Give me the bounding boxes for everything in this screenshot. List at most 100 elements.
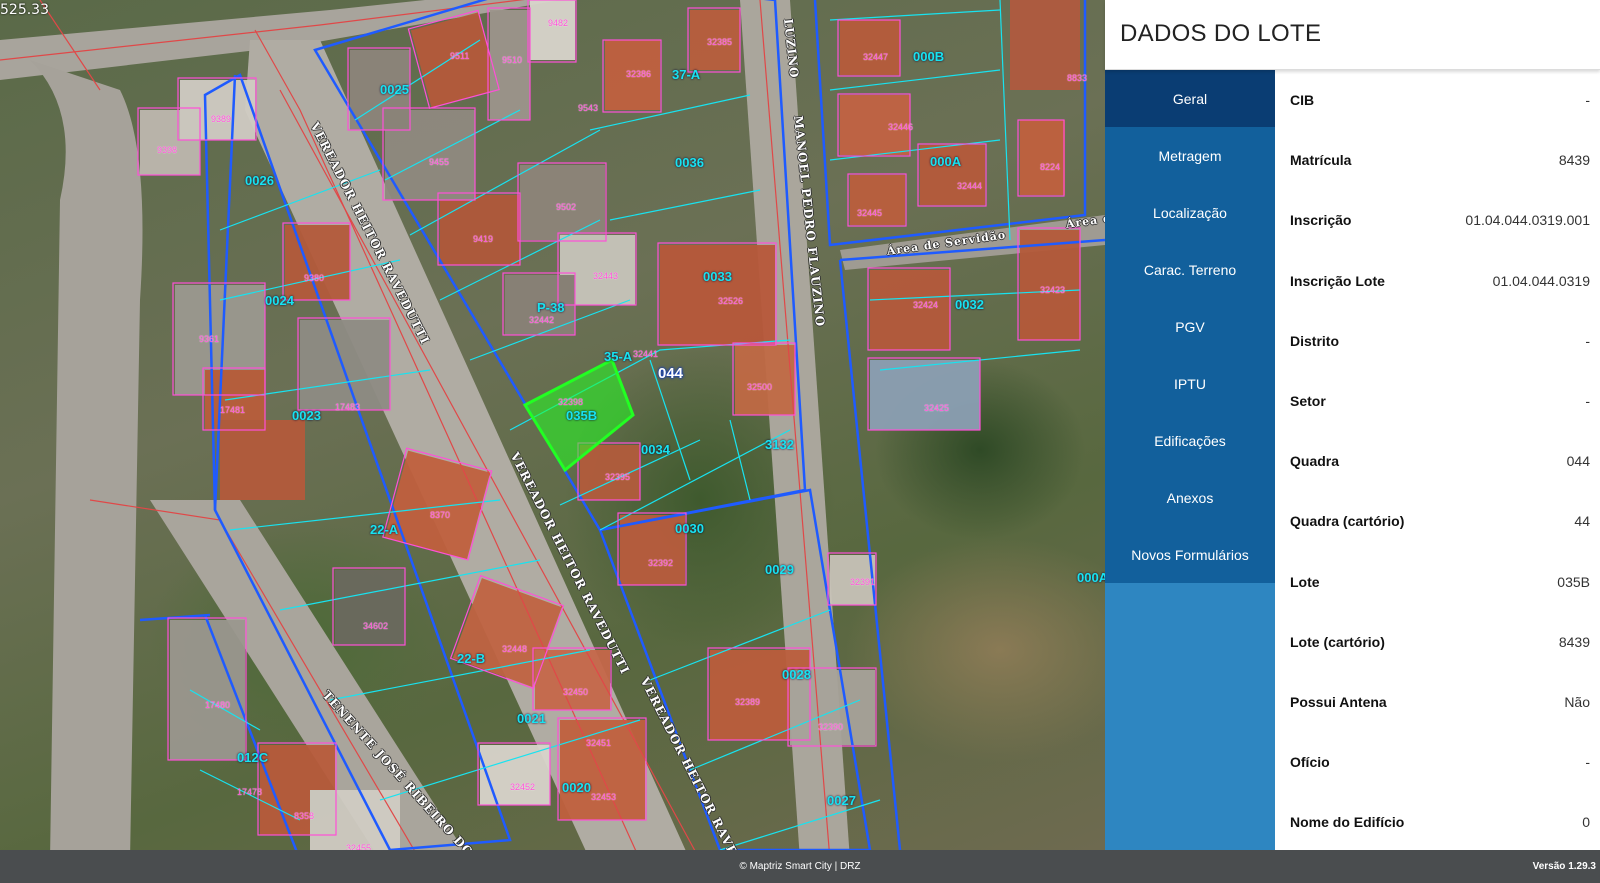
building-label: 32392 bbox=[648, 558, 674, 568]
field-label: Distrito bbox=[1290, 332, 1339, 349]
field-label: Setor bbox=[1290, 393, 1326, 410]
building-label: 9389 bbox=[211, 114, 232, 124]
field-value: 44 bbox=[1574, 513, 1590, 530]
lot-label: 000A bbox=[930, 154, 962, 169]
building-label: 32450 bbox=[563, 687, 589, 697]
field-row-distrito: Distrito - bbox=[1290, 311, 1590, 371]
building-label: 9380 bbox=[304, 273, 325, 283]
field-value: 044 bbox=[1566, 453, 1590, 470]
tab-iptu[interactable]: IPTU bbox=[1105, 355, 1275, 412]
lot-label: 0029 bbox=[765, 562, 794, 577]
lot-label: 012C bbox=[237, 750, 269, 765]
building-label: 32447 bbox=[863, 52, 889, 62]
building-label: 17483 bbox=[335, 402, 361, 412]
building-label: 32398 bbox=[558, 397, 584, 407]
panel-title: DADOS DO LOTE bbox=[1120, 20, 1322, 47]
field-row-quadra: Quadra 044 bbox=[1290, 431, 1590, 491]
lot-label: 0025 bbox=[380, 82, 409, 97]
map-view[interactable]: 525.33 VEREADOR HEITOR RAVEDUTTI VEREADO… bbox=[0, 0, 1105, 850]
building-label: 32390 bbox=[818, 722, 844, 732]
tab-pgv[interactable]: PGV bbox=[1105, 298, 1275, 355]
field-label: Quadra bbox=[1290, 453, 1340, 470]
building-label: 32395 bbox=[605, 472, 631, 482]
field-value: - bbox=[1585, 754, 1590, 771]
footer-bar: © Maptriz Smart City | DRZ Versão 1.29.3 bbox=[0, 850, 1600, 883]
lot-label: P-38 bbox=[537, 300, 565, 315]
lot-label: 0027 bbox=[827, 793, 856, 808]
field-row-quadra-cartorio: Quadra (cartório) 44 bbox=[1290, 491, 1590, 551]
building-label: 17481 bbox=[220, 405, 246, 415]
field-label: Inscrição Lote bbox=[1290, 272, 1385, 289]
building-label: 32391 bbox=[850, 577, 876, 587]
field-label: CIB bbox=[1290, 92, 1315, 109]
field-value: 035B bbox=[1557, 573, 1590, 590]
tab-anexos[interactable]: Anexos bbox=[1105, 469, 1275, 526]
building-label: 9482 bbox=[548, 18, 569, 28]
lot-label: 37-A bbox=[672, 67, 701, 82]
quadra-label: 044 bbox=[658, 365, 684, 382]
building-label: 9419 bbox=[473, 234, 494, 244]
building-label: 32452 bbox=[510, 782, 536, 792]
building-label: 32526 bbox=[718, 296, 744, 306]
tab-geral[interactable]: Geral bbox=[1105, 70, 1275, 127]
building-label: 9361 bbox=[199, 334, 220, 344]
lot-label: 0034 bbox=[641, 442, 670, 457]
tab-carac-terreno[interactable]: Carac. Terreno bbox=[1105, 241, 1275, 298]
tab-metragem[interactable]: Metragem bbox=[1105, 127, 1275, 184]
field-row-matricula: Matrícula 8439 bbox=[1290, 130, 1590, 190]
field-value: 01.04.044.0319.001 bbox=[1465, 212, 1590, 229]
building-label: 9455 bbox=[429, 157, 450, 167]
building-label: 32443 bbox=[593, 271, 619, 281]
lot-label: 3132 bbox=[765, 437, 794, 452]
tab-localizacao[interactable]: Localização bbox=[1105, 184, 1275, 241]
field-value: - bbox=[1585, 332, 1590, 349]
lot-label: 0030 bbox=[675, 521, 704, 536]
field-label: Lote bbox=[1290, 573, 1320, 590]
lot-label: 035B bbox=[566, 408, 598, 423]
field-label: Inscrição bbox=[1290, 212, 1352, 229]
panel-body: Geral Metragem Localização Carac. Terren… bbox=[1105, 70, 1600, 850]
field-label: Possui Antena bbox=[1290, 693, 1387, 710]
lot-label: 0024 bbox=[265, 293, 294, 308]
building-label: 8224 bbox=[1040, 162, 1061, 172]
field-row-inscricao-lote: Inscrição Lote 01.04.044.0319 bbox=[1290, 251, 1590, 311]
building-label: 32385 bbox=[707, 37, 733, 47]
building-label: 8370 bbox=[430, 510, 451, 520]
tab-novos-formularios[interactable]: Novos Formulários bbox=[1105, 526, 1275, 583]
building-label: 32389 bbox=[735, 697, 761, 707]
building-label: 32442 bbox=[529, 315, 555, 325]
building-label: 32451 bbox=[586, 738, 612, 748]
field-row-inscricao: Inscrição 01.04.044.0319.001 bbox=[1290, 190, 1590, 250]
field-row-nome-edificio: Nome do Edifício 0 bbox=[1290, 792, 1590, 850]
building-label: 8833 bbox=[1067, 73, 1088, 83]
building-label: 9510 bbox=[502, 55, 523, 65]
field-label: Ofício bbox=[1290, 754, 1330, 771]
field-label: Matrícula bbox=[1290, 152, 1352, 169]
building-label: 32445 bbox=[857, 208, 883, 218]
building-label: 32446 bbox=[888, 122, 914, 132]
coordinate-readout: 525.33 bbox=[0, 2, 49, 18]
building-label: 9511 bbox=[450, 51, 470, 61]
building-label: 32448 bbox=[502, 644, 528, 654]
field-row-oficio: Ofício - bbox=[1290, 732, 1590, 792]
side-nav: Geral Metragem Localização Carac. Terren… bbox=[1105, 70, 1275, 850]
lot-label: 000B bbox=[913, 49, 945, 64]
lot-label: 35-A bbox=[604, 349, 633, 364]
field-label: Lote (cartório) bbox=[1290, 633, 1385, 650]
building-label: 9502 bbox=[556, 202, 577, 212]
field-list: CIB - Matrícula 8439 Inscrição 01.04.044.03… bbox=[1275, 70, 1600, 850]
building-label: 32444 bbox=[957, 181, 983, 191]
field-value: 8439 bbox=[1558, 633, 1590, 650]
field-row-setor: Setor - bbox=[1290, 371, 1590, 431]
side-nav-items: Geral Metragem Localização Carac. Terren… bbox=[1105, 70, 1275, 583]
building-label: 32386 bbox=[626, 69, 652, 79]
tab-edificacoes[interactable]: Edificações bbox=[1105, 412, 1275, 469]
building-label: 32424 bbox=[913, 300, 939, 310]
lot-label: 0028 bbox=[782, 667, 811, 682]
lot-label: 0026 bbox=[245, 173, 274, 188]
lot-label: 22-B bbox=[457, 651, 486, 666]
field-row-cib: CIB - bbox=[1290, 70, 1590, 130]
map-canvas[interactable] bbox=[0, 0, 1105, 850]
building-label: 17478 bbox=[237, 787, 263, 797]
building-label: 32423 bbox=[1040, 285, 1066, 295]
